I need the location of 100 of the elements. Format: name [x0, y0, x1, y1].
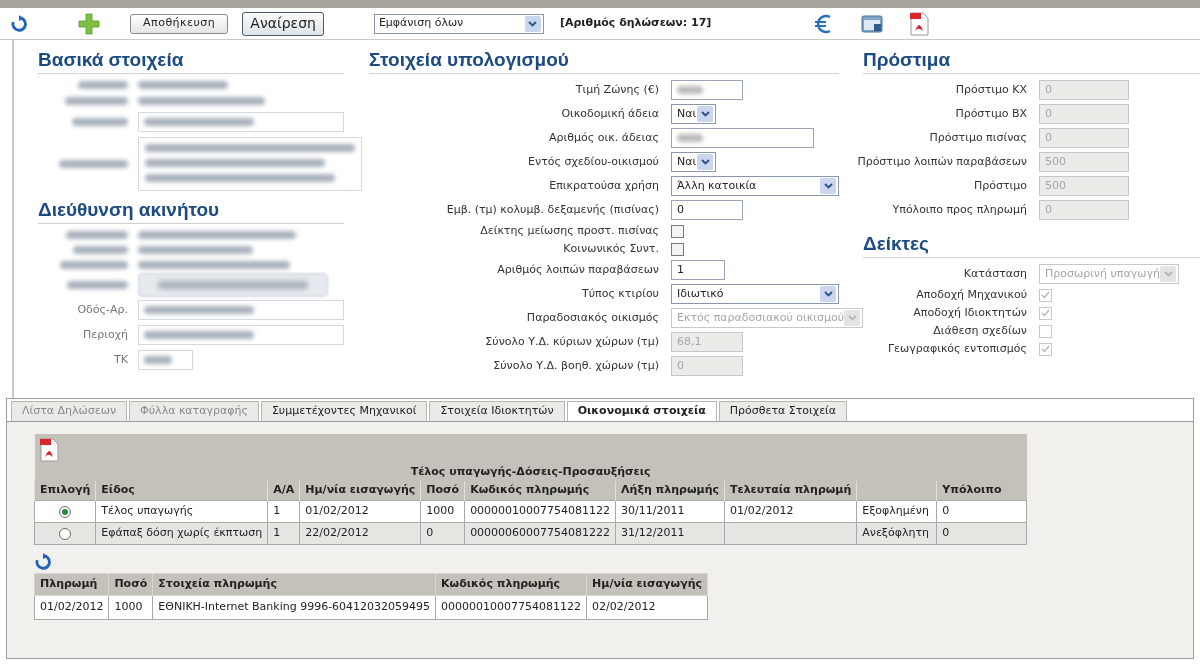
section-heading: Στοιχεία υπολογισμού: [369, 48, 569, 72]
radio-button[interactable]: [59, 527, 72, 540]
add-icon[interactable]: [78, 12, 100, 35]
blurred-label: [67, 281, 128, 289]
table-cell: 00000010007754081122: [435, 595, 587, 620]
column-header: Ποσό: [420, 480, 465, 501]
table-cell: 01/02/2012: [34, 595, 109, 620]
tab[interactable]: Πρόσθετα Στοιχεία: [718, 401, 848, 421]
text-area[interactable]: [138, 137, 362, 191]
table-cell: 31/12/2011: [615, 522, 725, 545]
field-label: Αποδοχή Ιδιοκτητών: [912, 304, 1027, 321]
column-header: Κωδικός πληρωμής: [435, 573, 587, 596]
blurred-button[interactable]: [138, 273, 328, 297]
blurred-label: [60, 261, 128, 269]
column-header: Ημ/νία εισαγωγής: [299, 480, 421, 501]
section-heading: Διεύθυνση ακινήτου: [38, 198, 220, 222]
input-field[interactable]: [138, 112, 344, 132]
field-label: Αριθμός οικ. άδειας: [548, 129, 659, 146]
save-button[interactable]: Αποθήκευση: [130, 13, 229, 34]
table-cell: 30/11/2011: [615, 500, 725, 523]
table-cell: Τέλος υπαγωγής: [95, 500, 268, 523]
table-cell: 0: [936, 500, 1027, 523]
filter-select[interactable]: Εμφάνιση όλων: [373, 13, 544, 34]
column-header: Πληρωμή: [34, 573, 109, 596]
refresh-icon[interactable]: [10, 14, 28, 33]
undo-button[interactable]: Αναίρεση: [242, 11, 324, 36]
input-field[interactable]: [671, 128, 814, 148]
refresh-icon[interactable]: [34, 553, 52, 571]
field-label: Κατάσταση: [962, 265, 1027, 282]
field-label: Τύπος κτιρίου: [580, 285, 659, 302]
column-header: Είδος: [95, 480, 268, 501]
field-label: Παραδοσιακός οικισμός: [525, 309, 659, 326]
column-header: Υπόλοιπο: [936, 480, 1027, 501]
table-cell: 1000: [420, 500, 465, 523]
input-field[interactable]: [671, 80, 743, 100]
column-header: Επιλογή: [34, 480, 96, 501]
field-label: ΤΚ: [113, 351, 128, 368]
column-header: Ημ/νία εισαγωγής: [586, 573, 708, 596]
input-field[interactable]: 1: [671, 260, 725, 280]
table-cell: 0: [936, 522, 1027, 545]
column-header: Τελευταία πληρωμή: [724, 480, 857, 501]
table-cell: 0: [420, 522, 465, 545]
window-icon[interactable]: [861, 13, 884, 34]
checkbox[interactable]: [671, 242, 684, 256]
column-header: Ποσό: [108, 573, 153, 596]
field-label: Εμβ. (τμ) κολυμβ. δεξαμενής (πισίνας): [445, 201, 659, 218]
pdf-icon[interactable]: [909, 11, 930, 36]
field-label: Πρόστιμο: [972, 177, 1027, 194]
section-heading: Βασικά στοιχεία: [38, 48, 184, 72]
section-heading: Δείκτες: [863, 232, 929, 256]
input-field[interactable]: [138, 300, 344, 320]
input-field[interactable]: [138, 325, 344, 345]
select-field[interactable]: Άλλη κατοικία: [671, 176, 839, 196]
select-field[interactable]: Ιδιωτικό: [671, 284, 839, 304]
field-label: Οικοδομική άδεια: [560, 105, 659, 122]
field-label: Σύνολο Υ.Δ. βοηθ. χώρων (τμ): [492, 357, 659, 374]
field-label: Πρόστιμο ΒΧ: [954, 105, 1027, 122]
table-cell: 22/02/2012: [299, 522, 421, 545]
table-cell: ΕΘΝΙΚΗ-Internet Banking 9996-60412032059495: [152, 595, 436, 620]
field-label: Περιοχή: [82, 326, 128, 343]
checkbox[interactable]: [671, 224, 684, 238]
field-label: Πρόστιμο ΚΧ: [954, 81, 1027, 98]
table-cell: 00000010007754081122: [464, 500, 616, 523]
table-cell: 01/02/2012: [299, 500, 421, 523]
table-cell: 01/02/2012: [724, 500, 857, 523]
section-heading: Πρόστιμα: [863, 48, 951, 72]
input-field[interactable]: 0: [671, 200, 743, 220]
radio-button[interactable]: [59, 505, 72, 518]
field-label: Εντός σχεδίου-οικισμού: [527, 153, 659, 170]
field-label: Πρόστιμο πισίνας: [928, 129, 1027, 146]
pdf-icon[interactable]: [38, 438, 59, 462]
table-title: Τέλος υπαγωγής-Δόσεις-Προσαυξήσεις: [410, 465, 651, 478]
table-cell: 1: [267, 522, 300, 545]
table-cell: 00000060007754081222: [464, 522, 616, 545]
column-header: Α/Α: [267, 480, 300, 501]
blurred-label: [78, 81, 128, 89]
table-cell: Ανεξόφλητη: [856, 522, 937, 545]
tab[interactable]: Οικονομικά στοιχεία: [566, 401, 717, 421]
table-cell: 1000: [108, 595, 153, 620]
blurred-value: [144, 356, 172, 364]
field-label: Τιμή Ζώνης (€): [574, 81, 659, 98]
field-label: Αριθμός λοιπών παραβάσεων: [496, 261, 659, 278]
column-header: Στοιχεία πληρωμής: [152, 573, 436, 596]
field-label: Σύνολο Υ.Δ. κύριων χώρων (τμ): [484, 333, 659, 350]
table-cell: Εξοφλημένη: [856, 500, 937, 523]
blurred-label: [65, 97, 128, 105]
field-label: Υπόλοιπο προς πληρωμή: [891, 201, 1027, 218]
declaration-count: [Αριθμός δηλώσεων: 17]: [559, 15, 712, 32]
table-cell: 02/02/2012: [586, 595, 708, 620]
tab[interactable]: Στοιχεία Ιδιοκτητών: [429, 401, 565, 421]
select-field[interactable]: Ναι: [671, 104, 716, 124]
tab[interactable]: Συμμετέχοντες Μηχανικοί: [260, 401, 428, 421]
field-label: Κοινωνικός Συντ.: [562, 240, 659, 257]
select-field[interactable]: Ναι: [671, 152, 716, 172]
blurred-label: [59, 160, 128, 168]
column-header: Κωδικός πληρωμής: [464, 480, 616, 501]
field-label: Πρόστιμο λοιπών παραβάσεων: [856, 153, 1027, 170]
field-label: Επικρατούσα χρήση: [548, 177, 659, 194]
input-field[interactable]: [138, 350, 193, 370]
table-cell: 1: [267, 500, 300, 523]
